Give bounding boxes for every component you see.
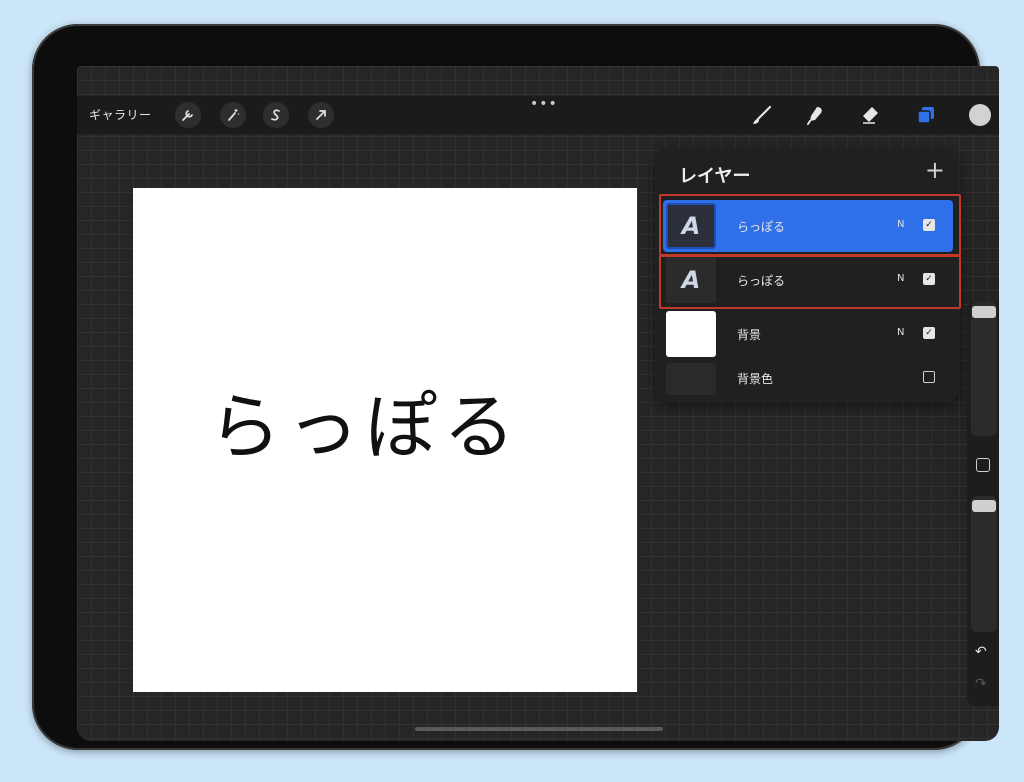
opacity-slider[interactable] bbox=[971, 496, 997, 632]
transform-arrow-icon[interactable] bbox=[308, 102, 334, 128]
brush-icon[interactable] bbox=[749, 102, 775, 128]
wrench-icon[interactable] bbox=[175, 102, 201, 128]
drawing-canvas[interactable]: らっぽる bbox=[133, 188, 637, 692]
panel-title: レイヤー bbox=[679, 166, 751, 187]
add-layer-button[interactable]: + bbox=[925, 156, 945, 184]
color-picker-button[interactable] bbox=[969, 104, 991, 126]
modify-button[interactable] bbox=[976, 458, 990, 472]
layer-row[interactable]: 背景 N ✓ bbox=[663, 308, 953, 360]
undo-icon[interactable]: ↶ bbox=[975, 644, 987, 660]
procreate-screen: ギャラリー ••• らっぽる レイヤー + A らっぽる N ✓ A らっぽる … bbox=[77, 66, 999, 741]
background-color-row[interactable]: 背景色 bbox=[663, 360, 953, 398]
layer-thumbnail bbox=[666, 311, 716, 357]
canvas-handwritten-text: らっぽる bbox=[208, 385, 521, 469]
blend-mode-button[interactable]: N bbox=[897, 327, 904, 338]
layer-name: 背景色 bbox=[737, 372, 774, 386]
magic-wand-icon[interactable] bbox=[220, 102, 246, 128]
eraser-icon[interactable] bbox=[857, 102, 883, 128]
layers-icon[interactable] bbox=[913, 102, 939, 128]
top-toolbar: ギャラリー ••• bbox=[77, 96, 999, 134]
highlight-box bbox=[659, 255, 961, 309]
more-options-icon[interactable]: ••• bbox=[530, 96, 558, 112]
gallery-button[interactable]: ギャラリー bbox=[89, 106, 152, 123]
brush-size-slider[interactable] bbox=[971, 302, 997, 436]
smudge-icon[interactable] bbox=[803, 102, 829, 128]
visibility-checkbox[interactable] bbox=[923, 371, 935, 383]
layer-name: 背景 bbox=[737, 328, 762, 342]
highlight-box bbox=[659, 194, 961, 256]
redo-icon[interactable]: ↷ bbox=[975, 676, 987, 692]
home-indicator bbox=[415, 727, 663, 731]
brush-size-handle[interactable] bbox=[972, 306, 996, 318]
tablet-frame: ギャラリー ••• らっぽる レイヤー + A らっぽる N ✓ A らっぽる … bbox=[32, 24, 999, 750]
visibility-checkbox[interactable]: ✓ bbox=[923, 327, 935, 339]
layer-thumbnail bbox=[666, 363, 716, 395]
selection-icon[interactable] bbox=[263, 102, 289, 128]
opacity-handle[interactable] bbox=[972, 500, 996, 512]
side-toolbar: ↶ ↷ bbox=[967, 302, 999, 706]
